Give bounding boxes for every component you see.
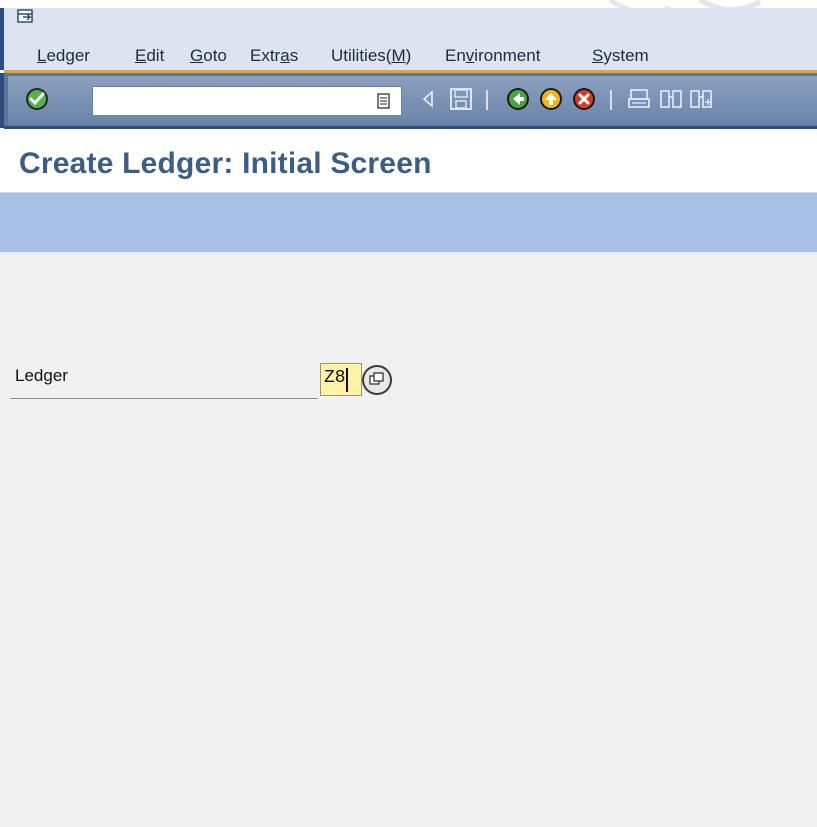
ledger-value-help-icon[interactable] (360, 363, 394, 397)
menu-edit[interactable]: Edit (135, 46, 164, 66)
text-caret (346, 368, 348, 392)
menu-bar-bg: Ledger Edit Goto Extras Utilities(M) Environm… (8, 8, 817, 70)
exit-icon[interactable] (538, 86, 564, 112)
menu-utilities[interactable]: Utilities(M) (331, 46, 411, 66)
menu-item-mnemonic: a (280, 46, 290, 65)
menu-item-text: oto (203, 46, 227, 65)
ledger-label: Ledger (15, 366, 68, 385)
find-next-icon[interactable] (688, 86, 714, 112)
menu-item-mnemonic: E (135, 46, 147, 65)
menu-item-text: edger (46, 46, 90, 65)
title-bar: Create Ledger: Initial Screen (0, 129, 817, 192)
menu-item-text: ) (405, 46, 412, 65)
menu-goto[interactable]: Goto (190, 46, 227, 66)
menu-item-text: s (289, 46, 299, 65)
cancel-icon[interactable] (571, 86, 597, 112)
system-menu-icon[interactable] (17, 9, 35, 25)
menu-system[interactable]: System (592, 46, 649, 66)
toolbar-bg (8, 76, 817, 125)
system-toolbar (0, 73, 817, 128)
command-input[interactable] (93, 87, 373, 115)
command-field[interactable] (92, 86, 402, 116)
ledger-input[interactable]: Z8 (320, 363, 362, 396)
back-icon[interactable] (505, 86, 531, 112)
ledger-input-value: Z8 (324, 368, 346, 388)
menu-extras[interactable]: Extras (250, 46, 298, 66)
menu-item-text: Extr (250, 46, 281, 65)
menu-items: Ledger Edit Goto Extras Utilities(M) Environm… (8, 36, 817, 66)
menu-item-text: En (445, 46, 466, 65)
toolbar-separator (486, 90, 488, 110)
menu-bar: Ledger Edit Goto Extras Utilities(M) Environm… (0, 8, 817, 70)
find-icon[interactable] (658, 86, 684, 112)
menu-environment[interactable]: Environment (445, 46, 540, 66)
top-strip (0, 0, 817, 8)
menu-item-text: ironment (474, 46, 541, 65)
application-toolbar (0, 192, 817, 252)
ledger-label-underline (10, 398, 318, 399)
menu-item-mnemonic: G (190, 46, 204, 65)
enter-icon[interactable] (24, 86, 50, 112)
save-icon[interactable] (448, 86, 474, 112)
page-title: Create Ledger: Initial Screen (19, 147, 432, 180)
back-arrow-small-icon[interactable] (420, 89, 436, 109)
menu-ledger[interactable]: Ledger (37, 46, 90, 66)
command-doc-icon[interactable] (377, 93, 391, 109)
menu-item-text: ystem (603, 46, 649, 65)
menu-item-mnemonic: S (592, 46, 604, 65)
menu-item-text: Utilities( (331, 46, 392, 65)
toolbar-separator (610, 90, 612, 110)
menu-item-mnemonic: M (391, 46, 406, 65)
content-area: Ledger Z8 (0, 255, 817, 827)
print-icon[interactable] (626, 86, 652, 112)
menu-item-text: dit (146, 46, 165, 65)
